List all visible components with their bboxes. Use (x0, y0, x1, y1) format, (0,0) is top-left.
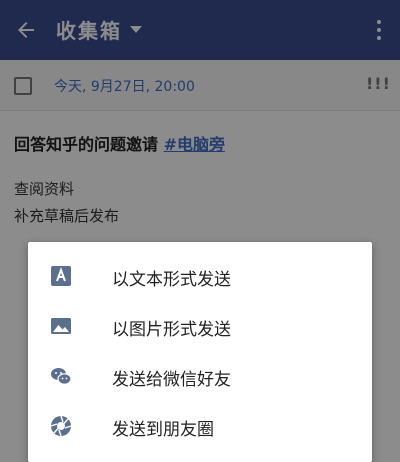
app-screen: 收集箱 今天, 9月27日, 20:00 !!! 回答知乎的问题邀请 #电脑旁 … (0, 0, 400, 462)
send-to-wechat-friend-option[interactable]: 发送给微信好友 (28, 351, 372, 401)
option-label: 发送到朋友圈 (112, 420, 214, 440)
option-label: 发送给微信好友 (112, 370, 231, 390)
text-letter-icon (51, 266, 71, 286)
option-label: 以图片形式发送 (112, 320, 231, 340)
share-dialog: 以文本形式发送 以图片形式发送 发送给微信好友 发送到朋友圈 (28, 242, 372, 462)
share-to-moments-option[interactable]: 发送到朋友圈 (28, 401, 372, 451)
moments-shutter-icon (50, 415, 72, 437)
wechat-icon (51, 368, 72, 385)
option-label: 以文本形式发送 (112, 270, 231, 290)
share-as-image-option[interactable]: 以图片形式发送 (28, 301, 372, 351)
image-icon (51, 318, 71, 334)
share-as-text-option[interactable]: 以文本形式发送 (28, 251, 372, 301)
